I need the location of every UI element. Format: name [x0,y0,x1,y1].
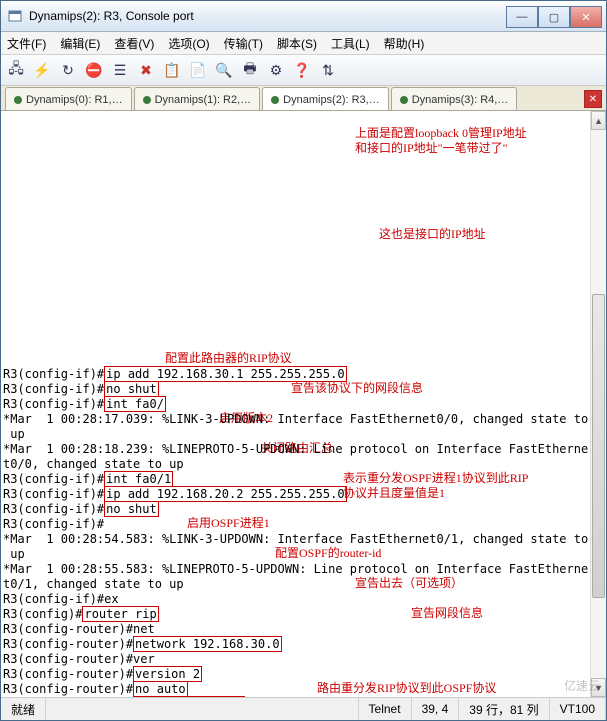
titlebar: Dynamips(2): R3, Console port — ▢ ✕ [1,1,606,32]
status-dot-icon [143,96,151,104]
status-dot-icon [400,96,408,104]
terminal-line: R3(config-if)#ip add 192.168.20.2 255.25… [3,487,588,502]
session-options-icon[interactable]: ☰ [111,61,129,79]
disconnect-icon[interactable]: ⛔ [85,61,103,79]
terminal-line: R3(config-if)#ex [3,592,588,607]
terminal-line: t0/0, changed state to up [3,457,588,472]
menu-file[interactable]: 文件(F) [7,35,46,52]
menu-tools[interactable]: 工具(L) [331,35,370,52]
terminal-line: R3(config-if)#no shut [3,502,588,517]
vertical-scrollbar[interactable]: ▲ ▼ [590,111,606,697]
scroll-track[interactable] [591,130,606,678]
tab-dynamips-3[interactable]: Dynamips(3): R4,… [391,87,518,110]
transfer-icon[interactable]: ⇅ [319,61,337,79]
menu-view[interactable]: 查看(V) [114,35,154,52]
status-dot-icon [14,96,22,104]
paste-icon[interactable]: 📄 [189,61,207,79]
app-window: Dynamips(2): R3, Console port — ▢ ✕ 文件(F… [0,0,607,721]
highlighted-command: ip add 192.168.30.1 255.255.255.0 [104,366,346,382]
minimize-button[interactable]: — [506,6,538,28]
maximize-button[interactable]: ▢ [538,6,570,28]
tab-dynamips-0[interactable]: Dynamips(0): R1,… [5,87,132,110]
terminal-output[interactable]: 上面是配置loopback 0管理IP地址 和接口的IP地址"一笔带过了" 这也… [1,111,590,697]
highlighted-command: no shut [104,381,159,397]
highlighted-command: no auto [133,681,188,697]
highlighted-command: router rip [82,606,158,622]
highlighted-command: no auto-summary [133,696,245,697]
highlighted-command: int fa0/ [104,396,166,412]
terminal-line: R3(config-router)#no auto [3,682,588,697]
copy-icon[interactable]: 📋 [163,61,181,79]
terminal-line: *Mar 1 00:28:18.239: %LINEPROTO-5-UPDOWN… [3,442,588,457]
menu-edit[interactable]: 编辑(E) [60,35,100,52]
highlighted-command: network 192.168.30.0 [133,636,282,652]
terminal-line: R3(config-if)# [3,517,588,532]
highlighted-command: ip add 192.168.20.2 255.255.255.0 [104,486,346,502]
terminal-line: up [3,547,588,562]
help-icon[interactable]: ❓ [293,61,311,79]
annotation-loopback-b: 和接口的IP地址"一笔带过了" [355,141,507,156]
scroll-thumb[interactable] [592,294,605,597]
terminal-line: *Mar 1 00:28:17.039: %LINK-3-UPDOWN: Int… [3,412,588,427]
status-dot-icon [271,96,279,104]
highlighted-command: no shut [104,501,159,517]
window-title: Dynamips(2): R3, Console port [29,9,506,23]
menubar: 文件(F) 编辑(E) 查看(V) 选项(O) 传输(T) 脚本(S) 工具(L… [1,32,606,55]
highlighted-command: int fa0/1 [104,471,173,487]
tab-close-button[interactable]: ✕ [584,90,602,108]
terminal-line: R3(config-if)#ip add 192.168.30.1 255.25… [3,367,588,382]
annotation-interface-ip: 这也是接口的IP地址 [379,227,486,242]
tab-dynamips-2[interactable]: Dynamips(2): R3,… [262,87,389,110]
status-cursor-pos: 39, 4 [412,698,460,720]
cancel-icon[interactable]: ✖ [137,61,155,79]
terminal-line: *Mar 1 00:28:54.583: %LINK-3-UPDOWN: Int… [3,532,588,547]
tab-dynamips-1[interactable]: Dynamips(1): R2,… [134,87,261,110]
status-protocol: Telnet [359,698,412,720]
menu-transfer[interactable]: 传输(T) [224,35,263,52]
terminal-line: R3(config-router)#network 192.168.30.0 [3,637,588,652]
window-buttons: — ▢ ✕ [506,6,602,26]
terminal-line: R3(config-router)#net [3,622,588,637]
terminal-line: R3(config-router)#version 2 [3,667,588,682]
annotation-loopback-a: 上面是配置loopback 0管理IP地址 [355,126,527,141]
connect-icon[interactable]: 🖧 [7,61,25,79]
terminal-line: R3(config-if)#int fa0/ [3,397,588,412]
reconnect-icon[interactable]: ↻ [59,61,77,79]
terminal-line: R3(config-if)#no shut [3,382,588,397]
terminal-line: R3(config-router)#ver [3,652,588,667]
menu-options[interactable]: 选项(O) [168,35,209,52]
find-icon[interactable]: 🔍 [215,61,233,79]
annotation-rip: 配置此路由器的RIP协议 [165,351,292,366]
print-icon[interactable]: 🖶 [241,61,259,79]
toolbar: 🖧 ⚡ ↻ ⛔ ☰ ✖ 📋 📄 🔍 🖶 ⚙ ❓ ⇅ [1,55,606,86]
status-ready: 就绪 [1,698,46,720]
statusbar: 就绪 Telnet 39, 4 39 行，81 列 VT100 [1,697,606,720]
tab-bar: Dynamips(0): R1,… Dynamips(1): R2,… Dyna… [1,86,606,111]
terminal-line: R3(config)#router rip [3,607,588,622]
scroll-up-button[interactable]: ▲ [591,111,606,130]
menu-script[interactable]: 脚本(S) [277,35,317,52]
terminal-area: 上面是配置loopback 0管理IP地址 和接口的IP地址"一笔带过了" 这也… [1,111,606,697]
app-icon [7,8,23,24]
scroll-down-button[interactable]: ▼ [591,678,606,697]
terminal-line: up [3,427,588,442]
status-spacer [46,698,359,720]
properties-icon[interactable]: ⚙ [267,61,285,79]
terminal-line: t0/1, changed state to up [3,577,588,592]
status-size: 39 行，81 列 [459,698,549,720]
highlighted-command: version 2 [133,666,202,682]
quick-connect-icon[interactable]: ⚡ [33,61,51,79]
status-term-type: VT100 [550,698,606,720]
terminal-line: R3(config-if)#int fa0/1 [3,472,588,487]
menu-help[interactable]: 帮助(H) [384,35,425,52]
terminal-line: *Mar 1 00:28:55.583: %LINEPROTO-5-UPDOWN… [3,562,588,577]
close-button[interactable]: ✕ [570,6,602,28]
